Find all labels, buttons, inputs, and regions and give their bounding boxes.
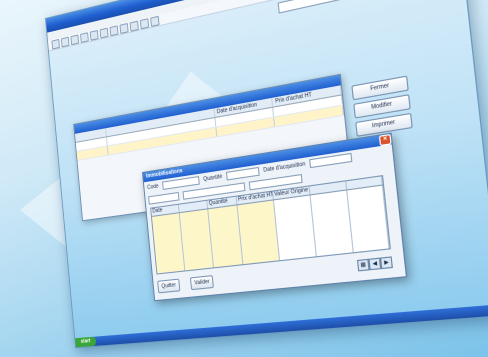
button-label: Quitter xyxy=(161,282,177,290)
calendar-icon[interactable] xyxy=(129,20,139,32)
button-label: Fermer xyxy=(369,82,390,93)
application-window: _ □ × Date d'acquisition xyxy=(45,0,488,349)
paste-icon[interactable] xyxy=(109,24,119,36)
taskbar: start xyxy=(75,304,488,348)
chart-icon[interactable] xyxy=(139,17,150,29)
copy-icon[interactable] xyxy=(99,27,109,39)
button-label: Imprimer xyxy=(371,119,396,130)
help-icon[interactable] xyxy=(150,15,160,27)
open-icon[interactable] xyxy=(60,36,70,47)
calculator-icon[interactable] xyxy=(119,22,129,34)
button-label: Modifier xyxy=(370,100,393,112)
dialog-close-button[interactable]: × xyxy=(378,133,392,147)
table-cell xyxy=(237,200,280,266)
quitter-button[interactable]: Quitter xyxy=(157,278,181,294)
ref-field[interactable] xyxy=(148,191,180,205)
new-icon[interactable] xyxy=(51,38,60,50)
save-icon[interactable] xyxy=(70,33,80,45)
table-cell xyxy=(273,195,318,262)
start-button[interactable]: start xyxy=(75,336,97,348)
code-label: Code xyxy=(147,183,159,192)
scene: _ □ × Date d'acquisition xyxy=(0,0,488,357)
cut-icon[interactable] xyxy=(89,29,99,41)
next-icon[interactable]: ▶ xyxy=(379,256,393,270)
quantity-label: Quantité xyxy=(202,173,223,183)
table-cell xyxy=(347,185,390,254)
period-field[interactable] xyxy=(277,0,432,14)
button-label: Valider xyxy=(194,278,210,287)
print-icon[interactable] xyxy=(79,31,89,43)
valider-button[interactable]: Valider xyxy=(189,275,215,291)
